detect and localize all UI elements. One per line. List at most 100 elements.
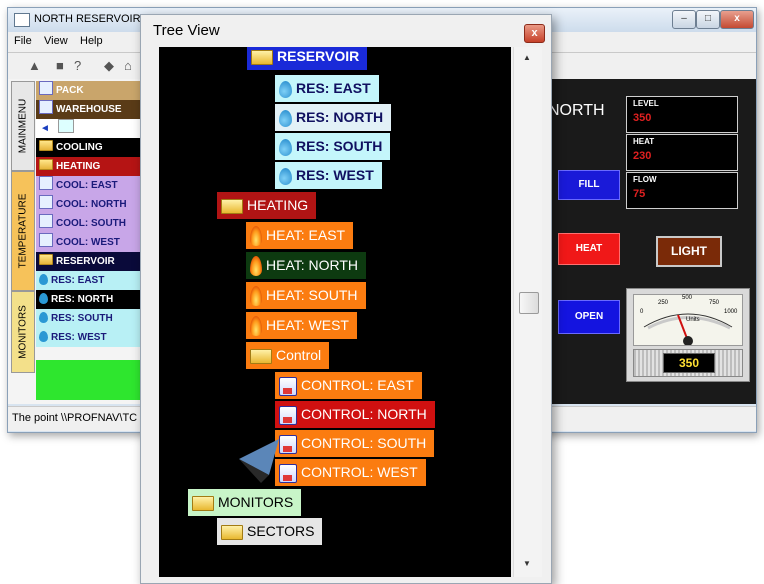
tree-node[interactable]: HEATING	[217, 192, 317, 219]
maximize-button[interactable]: □	[696, 10, 720, 29]
tree-node[interactable]: HEAT: NORTH	[246, 252, 367, 279]
folder-icon	[221, 198, 243, 214]
folder-icon	[250, 348, 272, 364]
menu-file[interactable]: File	[14, 35, 32, 47]
light-button[interactable]: LIGHT	[656, 236, 722, 267]
tree-icon[interactable]: ◆	[104, 58, 114, 74]
drop-icon	[279, 167, 292, 185]
left-nav-row[interactable]: COOLING	[36, 138, 146, 157]
tree-node-label: RES: EAST	[296, 80, 371, 96]
user-icon	[39, 100, 53, 114]
tree-node[interactable]: RES: SOUTH	[275, 133, 391, 160]
left-nav-row-label: WAREHOUSE	[56, 104, 122, 115]
tree-node[interactable]: RES: WEST	[275, 162, 382, 189]
tab-monitors[interactable]: MONITORS	[11, 291, 35, 373]
left-nav-row-label: RES: NORTH	[51, 294, 114, 305]
tree-node[interactable]: MONITORS	[188, 489, 302, 516]
left-nav-row-label: COOL: NORTH	[56, 199, 127, 210]
help-icon[interactable]: ?	[74, 58, 81, 73]
flame-icon	[250, 316, 262, 337]
tree-node-label: RES: NORTH	[296, 109, 384, 125]
tree-view-title: Tree View	[153, 22, 220, 39]
left-nav-row[interactable]: COOL: NORTH	[36, 195, 146, 214]
left-nav-row[interactable]: RESERVOIR	[36, 252, 146, 271]
print-icon[interactable]: ■	[56, 58, 64, 73]
heat-button[interactable]: HEAT	[558, 233, 620, 265]
tree-node[interactable]: RESERVOIR	[247, 47, 368, 70]
left-nav-row[interactable]: RES: WEST	[36, 328, 146, 347]
minimize-button[interactable]: –	[672, 10, 696, 29]
tree-node-label: HEAT: EAST	[266, 227, 346, 243]
scroll-thumb[interactable]	[519, 292, 539, 314]
folder-icon	[39, 140, 53, 151]
tab-mainmenu-label: MAINMENU	[17, 98, 29, 154]
left-nav-row[interactable]: COOL: WEST	[36, 233, 146, 252]
tree-view-window: Tree View x RESERVOIR RES: EAST RES: NORTH…	[140, 14, 552, 584]
tree-node-label: CONTROL: SOUTH	[301, 435, 427, 451]
gauge-tick-1000: 1000	[724, 309, 738, 315]
tree-node-label: MONITORS	[218, 494, 294, 510]
close-button[interactable]: x	[720, 10, 754, 29]
left-nav-row[interactable]: RES: EAST	[36, 271, 146, 290]
tree-node[interactable]: RES: NORTH	[275, 104, 392, 131]
tree-node[interactable]: HEAT: EAST	[246, 222, 354, 249]
tree-node-label: Control	[276, 347, 322, 363]
left-nav-row[interactable]: ◄	[36, 119, 146, 138]
tab-monitors-label: MONITORS	[17, 305, 29, 359]
drop-icon	[279, 138, 292, 156]
user-icon	[39, 214, 53, 228]
cursor-icon	[239, 439, 279, 483]
folder-icon	[221, 524, 243, 540]
tree-node[interactable]: CONTROL: SOUTH	[275, 430, 435, 457]
globe-icon[interactable]	[58, 119, 74, 133]
flow-value: 75	[633, 188, 646, 200]
left-nav-row-label: COOL: WEST	[56, 237, 120, 248]
user-icon	[39, 233, 53, 247]
tree-node[interactable]: CONTROL: WEST	[275, 459, 426, 486]
tab-temperature[interactable]: TEMPERATURE	[11, 171, 35, 291]
level-key: LEVEL	[633, 99, 659, 108]
left-nav-row[interactable]: HEATING	[36, 157, 146, 176]
flame-icon	[250, 256, 262, 277]
drop-icon	[39, 331, 48, 342]
menu-help[interactable]: Help	[80, 35, 103, 47]
drop-icon	[279, 80, 292, 98]
folder-icon	[39, 254, 53, 265]
drop-icon	[39, 293, 48, 304]
tree-node[interactable]: HEAT: SOUTH	[246, 282, 366, 309]
tree-node[interactable]: HEAT: WEST	[246, 312, 357, 339]
menu-view[interactable]: View	[44, 35, 68, 47]
user-icon	[39, 195, 53, 209]
back-arrow-icon[interactable]: ◄	[36, 119, 54, 138]
tree-close-button[interactable]: x	[524, 24, 545, 43]
flow-readout: FLOW 75	[626, 172, 738, 209]
left-nav-row[interactable]: RES: NORTH	[36, 290, 146, 309]
folder-icon	[39, 159, 53, 170]
user-icon	[39, 176, 53, 190]
left-nav-row[interactable]: COOL: EAST	[36, 176, 146, 195]
tree-scrollbar[interactable]: ▲ ▼	[513, 47, 542, 577]
open-icon[interactable]: ▲	[28, 58, 41, 73]
tree-node[interactable]: RES: EAST	[275, 75, 379, 102]
flame-icon	[250, 226, 262, 247]
scroll-up-icon[interactable]: ▲	[523, 53, 531, 62]
open-button[interactable]: OPEN	[558, 300, 620, 334]
tree-node[interactable]: CONTROL: NORTH	[275, 401, 435, 428]
scroll-down-icon[interactable]: ▼	[523, 559, 531, 568]
left-nav-row[interactable]: COOL: SOUTH	[36, 214, 146, 233]
left-nav-row[interactable]: RES: SOUTH	[36, 309, 146, 328]
gauge-face: 0 250 500 750 1000 Units	[633, 294, 743, 346]
tree-node[interactable]: Control	[246, 342, 330, 369]
flask-icon	[279, 405, 297, 425]
tree-node-label: HEATING	[247, 197, 309, 213]
tree-node[interactable]: CONTROL: EAST	[275, 372, 422, 399]
tree-node-label: RES: SOUTH	[296, 138, 383, 154]
home-icon[interactable]: ⌂	[124, 58, 132, 73]
left-nav-row[interactable]: WAREHOUSE	[36, 100, 146, 119]
fill-button[interactable]: FILL	[558, 170, 620, 200]
app-icon	[14, 13, 30, 27]
tab-mainmenu[interactable]: MAINMENU	[11, 81, 35, 171]
tree-node[interactable]: SECTORS	[217, 518, 323, 545]
left-nav-row[interactable]: PACK	[36, 81, 146, 100]
gauge-readout: 350	[663, 353, 715, 373]
